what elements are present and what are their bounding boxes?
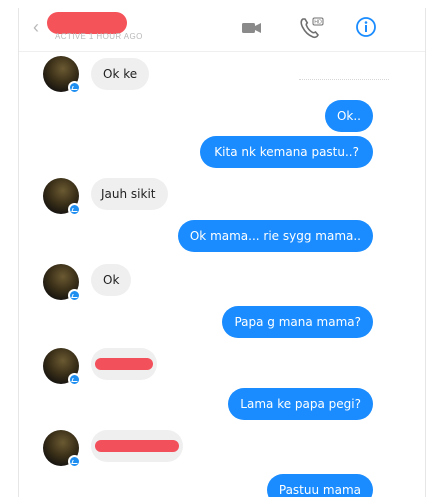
contact-name-redacted[interactable]	[47, 12, 127, 34]
chat-window: ‹ ACTIVE 1 HOUR AGO HD Ok ke Ok.. Kita n…	[18, 8, 426, 497]
incoming-message-bubble[interactable]: Ok ke	[91, 58, 150, 90]
divider	[299, 79, 389, 80]
svg-text:HD: HD	[314, 20, 322, 26]
info-icon[interactable]	[355, 16, 377, 43]
outgoing-message-bubble[interactable]: Lama ke papa pegi?	[228, 388, 373, 420]
outgoing-message-bubble[interactable]: Papa g mana mama?	[222, 306, 373, 338]
messenger-badge-icon	[68, 81, 81, 94]
messenger-badge-icon	[68, 455, 81, 468]
messenger-badge-icon	[68, 289, 81, 302]
redaction-mark	[95, 440, 179, 452]
contact-avatar[interactable]	[43, 178, 81, 216]
incoming-message-bubble[interactable]: Ok	[91, 264, 132, 296]
messenger-badge-icon	[68, 203, 81, 216]
outgoing-message-bubble[interactable]: Ok..	[324, 100, 373, 132]
redaction-mark	[95, 358, 153, 370]
contact-avatar[interactable]	[43, 264, 81, 302]
messenger-badge-icon	[68, 373, 81, 386]
outgoing-message-bubble[interactable]: Ok mama... rie sygg mama..	[177, 220, 373, 252]
incoming-message-bubble[interactable]: Jauh sikit	[91, 178, 168, 210]
video-camera-icon[interactable]	[241, 20, 263, 41]
outgoing-message-bubble[interactable]: Pastuu mama	[266, 474, 373, 497]
contact-avatar[interactable]	[43, 56, 81, 94]
chat-header: ‹ ACTIVE 1 HOUR AGO HD	[19, 8, 425, 52]
active-status: ACTIVE 1 HOUR AGO	[55, 32, 143, 41]
outgoing-message-bubble[interactable]: Kita nk kemana pastu..?	[200, 136, 373, 168]
contact-avatar[interactable]	[43, 348, 81, 386]
chevron-left-icon[interactable]: ‹	[33, 18, 39, 36]
phone-hd-icon[interactable]: HD	[299, 17, 325, 44]
contact-avatar[interactable]	[43, 430, 81, 468]
